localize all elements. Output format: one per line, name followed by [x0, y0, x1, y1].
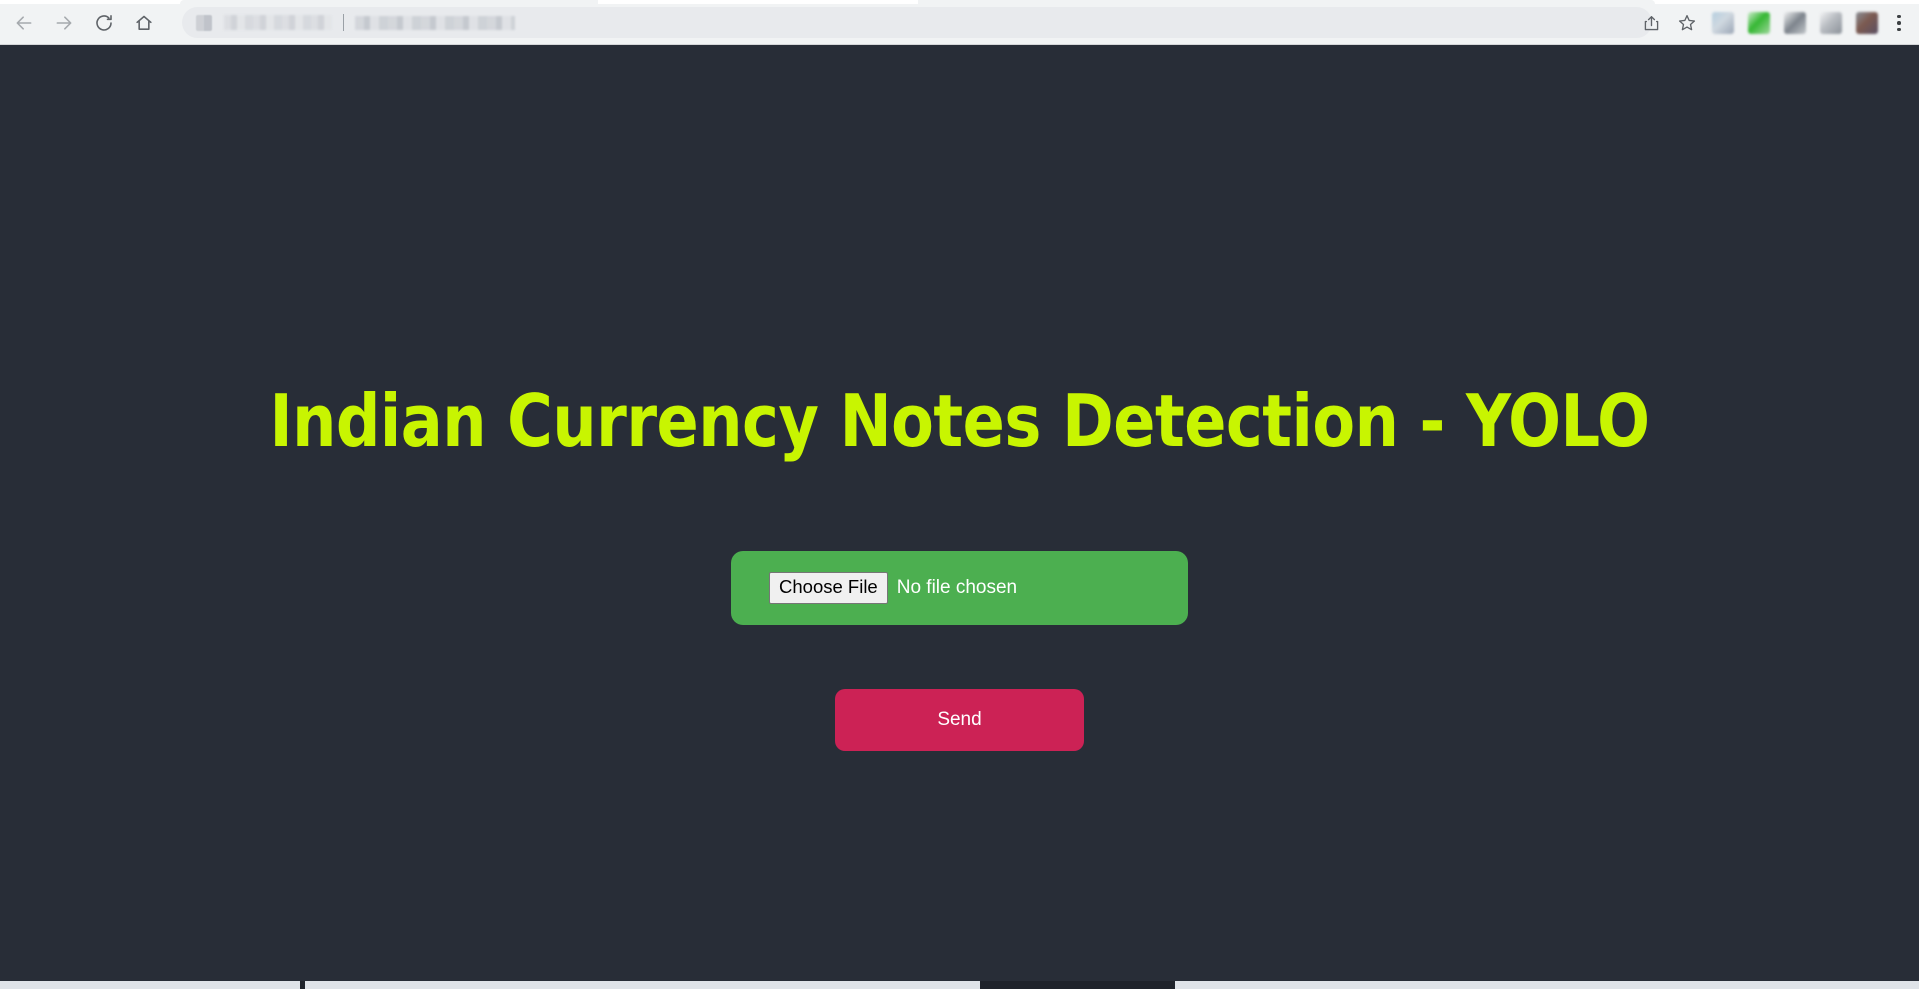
tab-strip — [0, 0, 1919, 4]
navigation-buttons — [4, 4, 164, 42]
arrow-left-icon — [16, 16, 32, 30]
taskbar-segment — [305, 981, 980, 989]
upload-section: Choose File No file chosen — [0, 551, 1919, 625]
star-icon — [1678, 15, 1696, 31]
forward-button[interactable] — [44, 4, 84, 42]
os-taskbar-strip — [0, 981, 1919, 989]
site-favicon-icon — [196, 14, 212, 31]
extension-icon-4[interactable] — [1820, 12, 1842, 34]
page-content: Indian Currency Notes Detection - YOLO C… — [0, 45, 1919, 981]
submit-section: Send — [0, 689, 1919, 751]
file-status-label: No file chosen — [896, 577, 1018, 598]
share-icon — [1644, 15, 1658, 30]
three-dot-menu-icon[interactable] — [1885, 5, 1913, 41]
taskbar-segment — [0, 981, 300, 989]
address-bar-separator — [343, 14, 344, 31]
file-input[interactable]: Choose File No file chosen — [731, 551, 1188, 625]
reload-button[interactable] — [84, 4, 124, 42]
back-button[interactable] — [4, 4, 44, 42]
extension-icon-3[interactable] — [1784, 12, 1806, 34]
extension-icon-5[interactable] — [1856, 12, 1878, 34]
menu-dot — [1897, 27, 1901, 32]
address-bar-text-redacted — [224, 15, 332, 30]
address-bar-url-redacted — [355, 15, 515, 30]
browser-chrome — [0, 0, 1919, 45]
reload-icon — [96, 15, 112, 31]
share-button[interactable] — [1633, 5, 1669, 41]
tab-strip-gap — [598, 0, 918, 4]
home-icon — [136, 15, 152, 30]
send-button[interactable]: Send — [835, 689, 1084, 751]
choose-file-button[interactable]: Choose File — [769, 572, 888, 604]
extension-icon-1[interactable] — [1712, 12, 1734, 34]
menu-dot — [1897, 21, 1901, 25]
extension-icon-2[interactable] — [1748, 12, 1770, 34]
home-button[interactable] — [124, 4, 164, 42]
browser-toolbar-right — [1633, 4, 1913, 42]
taskbar-segment — [1175, 981, 1919, 989]
bookmark-button[interactable] — [1669, 5, 1705, 41]
arrow-right-icon — [56, 16, 72, 30]
address-bar[interactable] — [182, 7, 1652, 38]
menu-dot — [1897, 14, 1901, 19]
page-title: Indian Currency Notes Detection - YOLO — [269, 379, 1650, 464]
